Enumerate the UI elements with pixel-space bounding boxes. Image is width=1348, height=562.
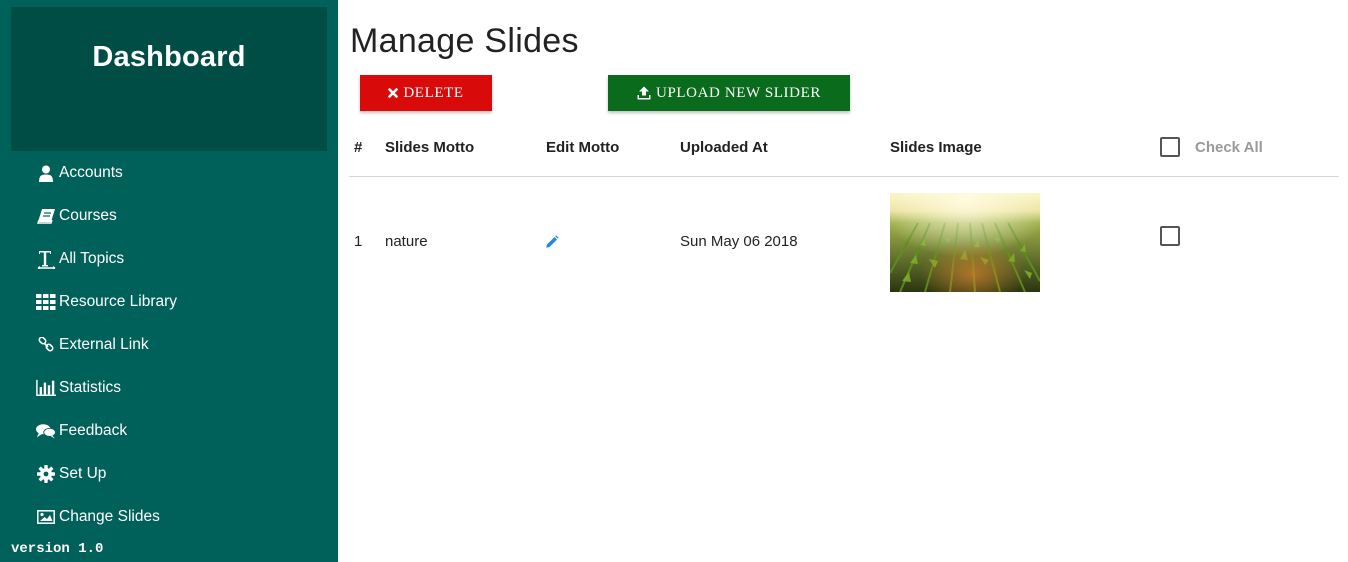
delete-button[interactable]: DELETE [360,75,492,111]
user-icon [36,163,56,183]
image-icon [36,507,56,527]
brand-panel: Dashboard [11,7,327,151]
upload-label: UPLOAD NEW SLIDER [656,84,821,101]
sidebar-item-statistics[interactable]: Statistics [36,376,121,400]
sidebar-item-label: Change Slides [59,508,160,525]
sidebar-item-resource-library[interactable]: Resource Library [36,290,177,314]
gear-icon [36,464,56,484]
sidebar-item-label: External Link [59,336,149,353]
page-title: Manage Slides [350,22,579,60]
check-all-label[interactable]: Check All [1195,139,1263,156]
check-all-checkbox[interactable] [1160,137,1180,157]
column-header-uploaded-at: Uploaded At [680,139,768,156]
sidebar-item-set-up[interactable]: Set Up [36,462,106,486]
sidebar-item-courses[interactable]: Courses [36,204,117,228]
column-header-edit-motto: Edit Motto [546,139,620,156]
sidebar: Dashboard Accounts Courses All Topics Re… [0,0,338,562]
book-icon [36,206,56,226]
text-height-icon [36,249,56,269]
row-uploaded-at: Sun May 06 2018 [680,233,798,250]
column-header-index: # [354,139,363,156]
grid-icon [36,292,56,312]
sidebar-item-label: Set Up [59,465,107,482]
version-label: version 1.0 [11,541,104,557]
sidebar-item-accounts[interactable]: Accounts [36,161,123,185]
upload-icon [637,86,651,100]
row-select-checkbox[interactable] [1160,226,1180,246]
row-index: 1 [354,233,363,250]
column-header-slides-motto: Slides Motto [385,139,475,156]
sidebar-item-label: Courses [59,207,117,224]
sidebar-item-label: Statistics [59,379,122,396]
sidebar-item-external-link[interactable]: External Link [36,333,149,357]
edit-pencil-icon[interactable] [545,235,559,254]
close-icon [388,88,399,98]
link-icon [36,335,56,355]
comments-icon [36,421,56,441]
upload-new-slider-button[interactable]: UPLOAD NEW SLIDER [608,75,850,111]
dashboard-title[interactable]: Dashboard [11,41,327,74]
slide-image-thumbnail [890,193,1040,292]
column-header-slides-image: Slides Image [890,139,982,156]
sidebar-item-change-slides[interactable]: Change Slides [36,505,160,529]
bar-chart-icon [36,378,56,398]
sidebar-item-feedback[interactable]: Feedback [36,419,127,443]
table-header-divider [349,176,1339,177]
delete-label: DELETE [403,84,464,101]
row-motto: nature [385,233,428,250]
sidebar-item-all-topics[interactable]: All Topics [36,247,124,271]
sidebar-item-label: Feedback [59,422,128,439]
sidebar-item-label: Resource Library [59,293,178,310]
sidebar-item-label: Accounts [59,164,123,181]
sidebar-item-label: All Topics [59,250,125,267]
